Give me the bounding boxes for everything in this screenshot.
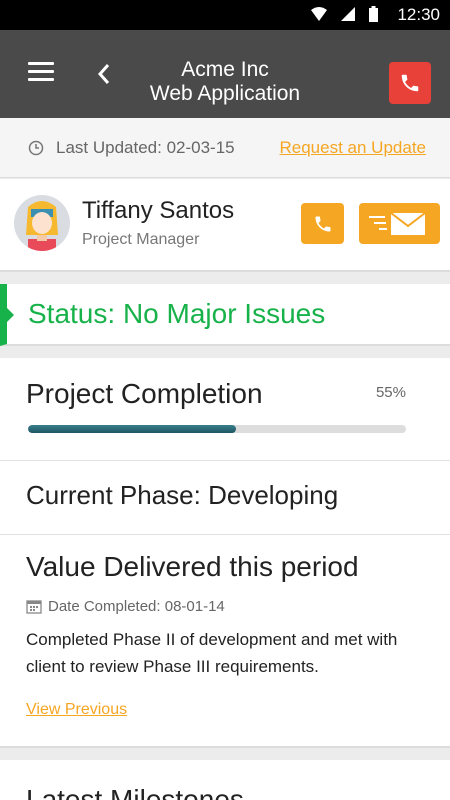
status-indicator xyxy=(6,307,14,323)
value-description: Completed Phase II of development and me… xyxy=(26,630,398,676)
divider xyxy=(0,460,450,461)
current-phase: Current Phase: Developing xyxy=(26,480,339,510)
clock-time: 12:30 xyxy=(397,5,440,24)
request-update-link[interactable]: Request an Update xyxy=(280,138,427,158)
phone-icon xyxy=(401,74,419,92)
signal-icon xyxy=(341,7,355,21)
app-title-line2: Web Application xyxy=(149,82,301,105)
completion-progress-fill xyxy=(28,425,236,433)
avatar xyxy=(14,195,70,251)
value-delivered-title: Value Delivered this period xyxy=(26,551,359,582)
contact-name: Tiffany Santos xyxy=(82,197,235,224)
back-arrow-icon[interactable] xyxy=(94,60,114,88)
date-completed-text: Date Completed: 08-01-14 xyxy=(48,598,225,615)
last-updated-text: Last Updated: 02-03-15 xyxy=(56,138,235,157)
status-text: Status: No Major Issues xyxy=(28,298,326,329)
milestones-title: Latest Milestones xyxy=(26,784,244,800)
date-completed: Date Completed: 08-01-14 xyxy=(26,598,225,615)
battery-icon xyxy=(369,6,378,22)
send-mail-icon xyxy=(368,211,426,235)
contact-role: Project Manager xyxy=(82,231,200,248)
divider xyxy=(0,534,450,535)
status-icons xyxy=(311,6,378,22)
milestones-card: Latest Milestones xyxy=(0,760,450,800)
status-banner: Status: No Major Issues xyxy=(0,284,450,346)
completion-progress-bar xyxy=(28,425,406,433)
clock-icon xyxy=(28,140,44,156)
menu-icon[interactable] xyxy=(28,62,54,84)
completion-title: Project Completion xyxy=(26,378,263,409)
app-bar: Acme Inc Web Application xyxy=(0,30,450,118)
update-bar: Last Updated: 02-03-15 Request an Update xyxy=(0,118,450,178)
view-previous-link[interactable]: View Previous xyxy=(26,701,127,719)
call-button[interactable] xyxy=(389,62,431,104)
system-status-bar: 12:30 xyxy=(0,0,450,30)
phone-icon xyxy=(315,216,330,231)
project-card: Project Completion 55% Current Phase: De… xyxy=(0,358,450,748)
call-contact-button[interactable] xyxy=(301,203,344,244)
wifi-icon xyxy=(311,7,327,21)
app-title: Acme Inc Web Application xyxy=(120,58,330,106)
contact-card: Tiffany Santos Project Manager xyxy=(0,179,450,272)
app-title-line1: Acme Inc xyxy=(181,58,269,81)
completion-percent: 55% xyxy=(375,384,406,401)
calendar-icon xyxy=(26,600,42,614)
email-contact-button[interactable] xyxy=(359,203,440,244)
avatar-illustration xyxy=(26,201,58,251)
